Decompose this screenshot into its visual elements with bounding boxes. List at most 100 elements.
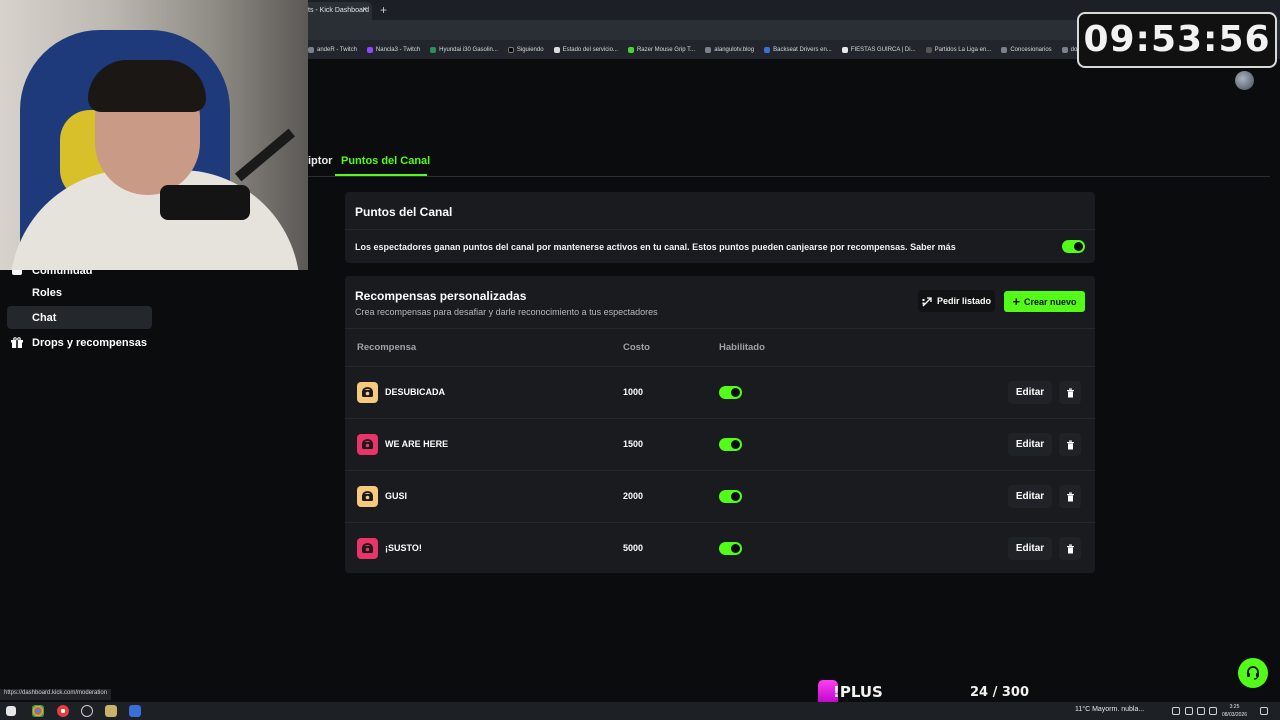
bookmark-item[interactable]: Concesionarios xyxy=(1001,46,1052,53)
bookmark-item[interactable]: andeR - Twitch xyxy=(308,46,357,53)
column-header-cost[interactable]: Costo xyxy=(623,342,650,353)
channel-points-toggle[interactable] xyxy=(1062,240,1085,253)
twitch-icon xyxy=(366,46,373,53)
taskbar-clock[interactable]: 3:25 08/03/2026 xyxy=(1222,703,1247,719)
column-header-enabled[interactable]: Habilitado xyxy=(719,342,765,353)
reward-enabled-toggle[interactable] xyxy=(719,542,742,555)
tab-suscriptor[interactable]: iptor xyxy=(308,155,332,167)
bookmark-label: Razer Mouse Grip T... xyxy=(636,46,696,53)
support-button[interactable] xyxy=(1238,658,1268,688)
app-icon[interactable] xyxy=(129,705,141,717)
tab-puntos-del-canal[interactable]: Puntos del Canal xyxy=(341,155,430,167)
webcam-microphone xyxy=(160,185,250,220)
chrome-icon[interactable] xyxy=(32,705,44,717)
app-icon[interactable] xyxy=(57,705,69,717)
rewards-title: Recompensas personalizadas xyxy=(355,289,527,303)
windows-taskbar: 11°C Mayorm. nubla... 3:25 08/03/2026 xyxy=(0,702,1280,720)
tab-divider xyxy=(308,176,1270,177)
bookmark-item[interactable]: Estado del servicio... xyxy=(553,46,618,53)
list-arrow-icon xyxy=(922,296,932,306)
delete-button[interactable] xyxy=(1059,381,1081,404)
reward-name: GUSI xyxy=(385,491,408,501)
delete-button[interactable] xyxy=(1059,485,1081,508)
trash-icon xyxy=(1066,492,1074,501)
windows-start-icon[interactable] xyxy=(6,706,16,716)
x-icon xyxy=(507,46,514,53)
tray-icon[interactable] xyxy=(1185,707,1193,715)
avatar[interactable] xyxy=(1235,71,1254,90)
sidebar-item-roles[interactable]: Roles xyxy=(32,287,62,299)
bookmark-item[interactable]: Razer Mouse Grip T... xyxy=(627,46,696,53)
trash-icon xyxy=(1066,440,1074,449)
create-reward-button[interactable]: + Crear nuevo xyxy=(1004,291,1085,312)
gift-icon xyxy=(11,337,23,348)
tab-close-icon[interactable]: × xyxy=(362,4,367,14)
webcam-overlay xyxy=(0,0,308,270)
phone-icon xyxy=(362,543,373,553)
weather-widget[interactable]: 11°C Mayorm. nubla... xyxy=(1075,706,1144,713)
table-row: GUSI 2000 Editar xyxy=(345,470,1095,522)
bookmark-label: Backseat Drivers en... xyxy=(773,46,832,53)
sub-counter: 24 / 300 xyxy=(970,685,1030,700)
trash-icon xyxy=(1066,544,1074,553)
delete-button[interactable] xyxy=(1059,433,1081,456)
reward-name: WE ARE HERE xyxy=(385,439,449,449)
channel-points-description: Los espectadores ganan puntos del canal … xyxy=(355,242,956,252)
globe-icon xyxy=(1061,46,1068,53)
bookmark-item[interactable]: alangulotv.blog xyxy=(705,46,754,53)
bookmark-item[interactable]: Backseat Drivers en... xyxy=(764,46,832,53)
bookmark-item[interactable]: Partidos La Liga en... xyxy=(925,46,991,53)
reward-icon xyxy=(357,486,378,507)
globe-icon xyxy=(1001,46,1008,53)
reward-cost: 5000 xyxy=(623,543,644,553)
webcam-person-hair xyxy=(88,60,206,112)
reward-name: ¡SUSTO! xyxy=(385,543,422,553)
bookmark-item[interactable]: Nancla3 - Twitch xyxy=(366,46,420,53)
clock-date: 08/03/2026 xyxy=(1222,712,1248,718)
bookmark-item[interactable]: Siguiendo xyxy=(507,46,544,53)
volume-icon[interactable] xyxy=(1209,707,1217,715)
notification-icon[interactable] xyxy=(1260,707,1268,715)
plus-label: !PLUS xyxy=(833,683,883,701)
reward-icon xyxy=(357,434,378,455)
reward-cost: 2000 xyxy=(623,491,644,501)
sidebar-item-chat[interactable] xyxy=(7,306,152,329)
reward-enabled-toggle[interactable] xyxy=(719,438,742,451)
stream-timer: 09:53:56 xyxy=(1077,12,1277,68)
bookmark-label: Estado del servicio... xyxy=(562,46,618,53)
bookmark-item[interactable]: Hyundai i30 Gasolin... xyxy=(430,46,498,53)
bookmark-item[interactable]: FIESTAS GUIRCA | Di... xyxy=(841,46,916,53)
reward-cost: 1000 xyxy=(623,387,644,397)
reward-name: DESUBICADA xyxy=(385,387,446,397)
tray-chevron-icon[interactable] xyxy=(1172,707,1180,715)
reward-enabled-toggle[interactable] xyxy=(719,386,742,399)
globe-icon xyxy=(705,46,712,53)
app-icon[interactable] xyxy=(81,705,93,717)
app-icon[interactable] xyxy=(105,705,117,717)
edit-button[interactable]: Editar xyxy=(1008,381,1052,404)
create-reward-label: Crear nuevo xyxy=(1024,296,1077,307)
bookmark-icon xyxy=(430,46,437,53)
edit-button[interactable]: Editar xyxy=(1008,433,1052,456)
bookmark-label: FIESTAS GUIRCA | Di... xyxy=(850,46,916,53)
razer-icon xyxy=(627,46,634,53)
divider xyxy=(345,328,1095,329)
edit-button[interactable]: Editar xyxy=(1008,537,1052,560)
table-row: WE ARE HERE 1500 Editar xyxy=(345,418,1095,470)
bookmark-icon xyxy=(841,46,848,53)
delete-button[interactable] xyxy=(1059,537,1081,560)
column-header-reward[interactable]: Recompensa xyxy=(357,342,416,353)
reward-icon xyxy=(357,538,378,559)
request-list-button[interactable]: Pedir listado xyxy=(918,290,995,312)
trash-icon xyxy=(1066,388,1074,397)
screen: ts - Kick Dashboard × + andeR - Twitch N… xyxy=(0,0,1280,720)
custom-rewards-card: Recompensas personalizadas Crea recompen… xyxy=(345,276,1095,573)
sidebar-item-drops[interactable]: Drops y recompensas xyxy=(32,337,147,349)
reward-enabled-toggle[interactable] xyxy=(719,490,742,503)
network-icon[interactable] xyxy=(1197,707,1205,715)
new-tab-icon[interactable]: + xyxy=(380,3,387,17)
divider xyxy=(345,229,1095,230)
bookmark-icon xyxy=(308,46,314,53)
edit-button[interactable]: Editar xyxy=(1008,485,1052,508)
sidebar-item-chat-label[interactable]: Chat xyxy=(32,312,56,324)
